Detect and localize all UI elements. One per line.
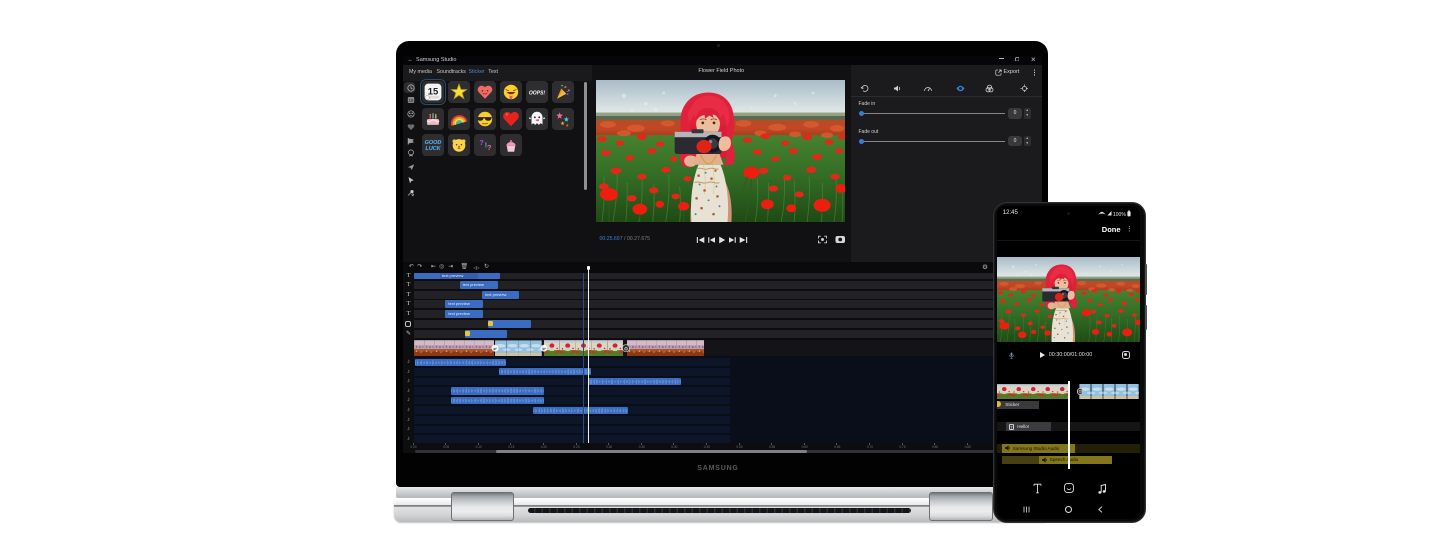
svg-text:100%: 100% [1113,212,1126,217]
svg-text:⥂: ⥂ [542,346,546,351]
svg-text:⥂: ⥂ [493,346,497,351]
svg-text:⚙: ⚙ [624,346,629,352]
